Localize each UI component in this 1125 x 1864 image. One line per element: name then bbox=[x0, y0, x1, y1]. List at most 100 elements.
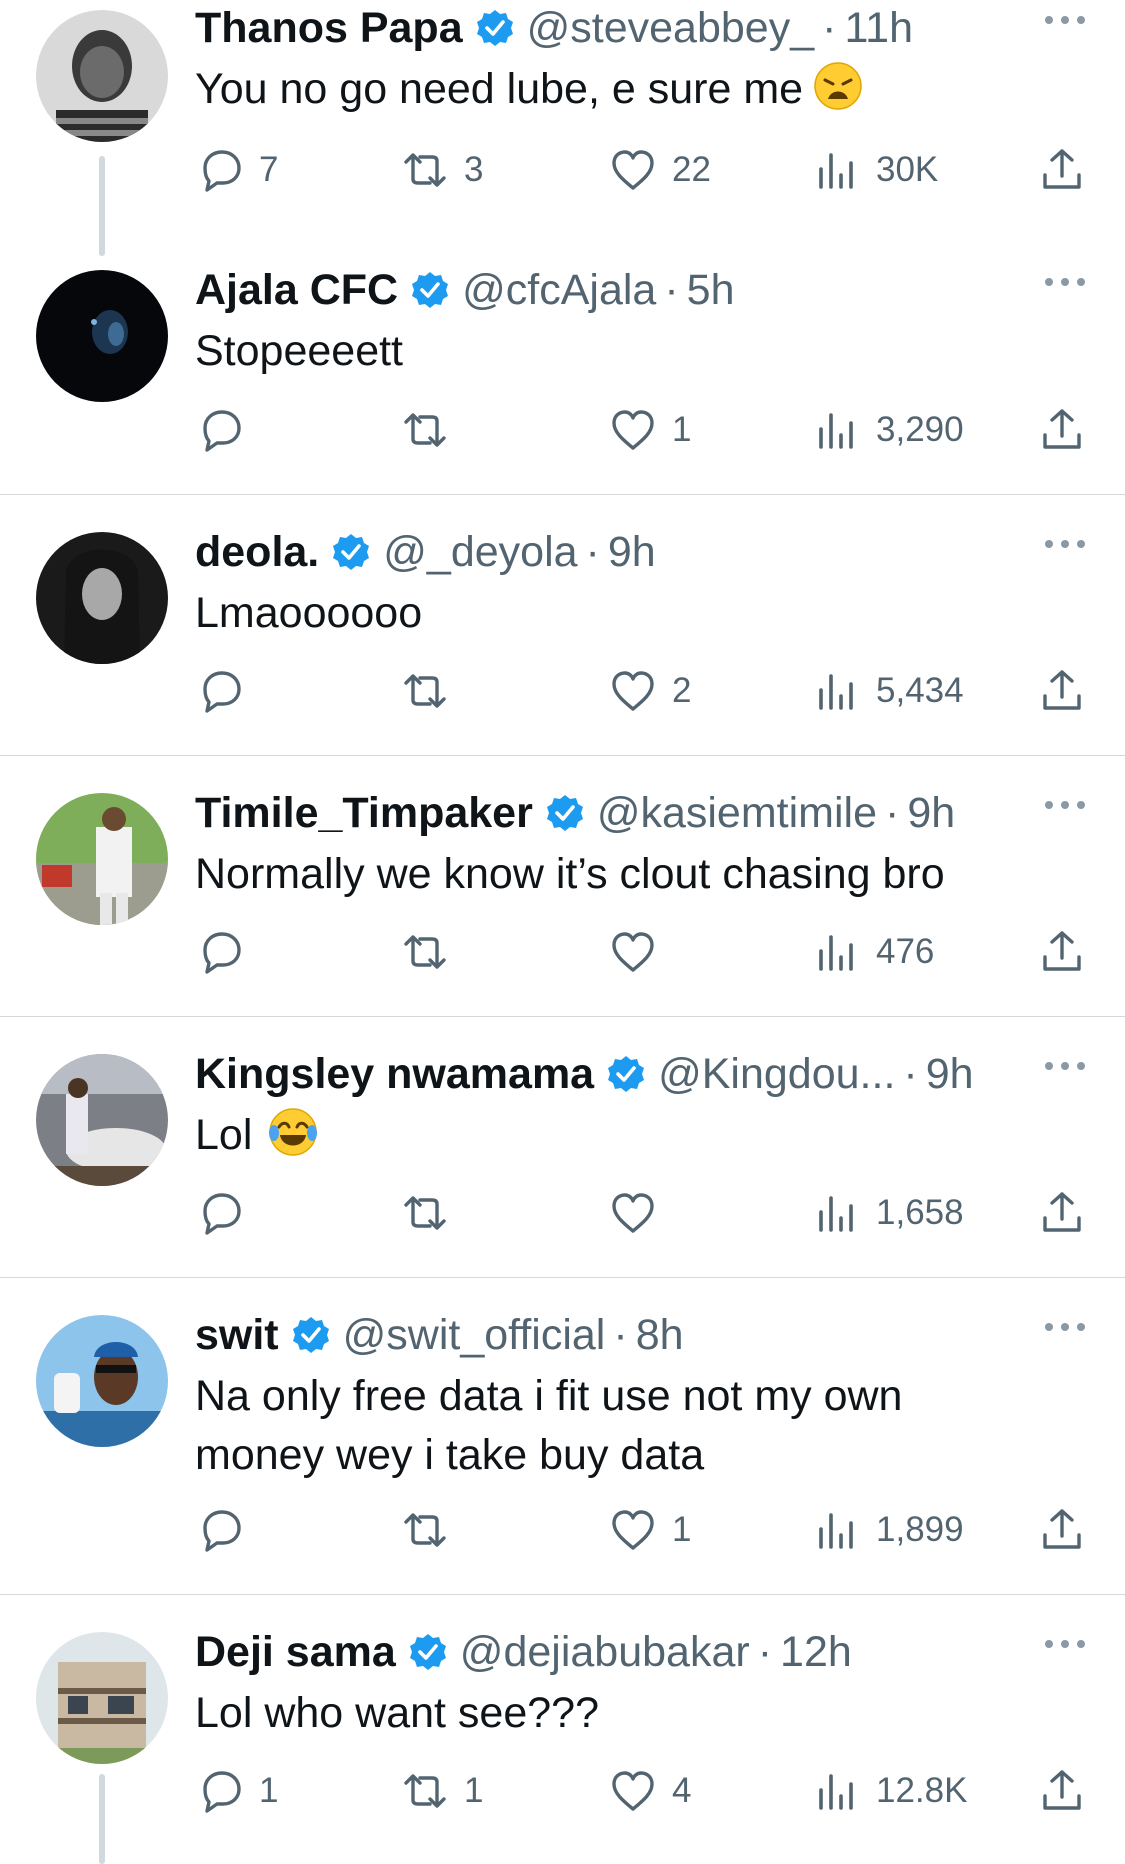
display-name[interactable]: Ajala CFC bbox=[195, 262, 398, 318]
reply-button[interactable]: 1 bbox=[195, 1761, 278, 1821]
avatar[interactable] bbox=[36, 532, 168, 664]
user-handle[interactable]: @steveabbey_ bbox=[527, 0, 815, 56]
divider bbox=[0, 1594, 1125, 1595]
user-handle[interactable]: @dejiabubakar bbox=[460, 1624, 750, 1680]
reply-button[interactable] bbox=[195, 661, 259, 721]
retweet-button[interactable]: 3 bbox=[400, 140, 483, 200]
share-button[interactable] bbox=[1037, 1500, 1087, 1560]
like-button[interactable]: 4 bbox=[608, 1761, 691, 1821]
views-chart-icon bbox=[819, 153, 853, 189]
separator-dot: · bbox=[903, 1050, 918, 1098]
avatar[interactable] bbox=[36, 1632, 168, 1764]
timestamp[interactable]: 9h bbox=[608, 524, 656, 580]
retweet-button[interactable]: 1 bbox=[400, 1761, 483, 1821]
tweet[interactable]: swit @swit_official · 8h Na only free da… bbox=[0, 1307, 1125, 1594]
more-options-icon[interactable] bbox=[1043, 1638, 1087, 1658]
retweet-button[interactable] bbox=[400, 661, 464, 721]
like-button[interactable] bbox=[608, 922, 672, 982]
views-button[interactable]: 5,434 bbox=[812, 661, 964, 721]
view-count: 1,899 bbox=[876, 1510, 964, 1549]
tweet-text-line: You no go need lube, e sure me bbox=[195, 65, 804, 113]
tweet[interactable]: Kingsley nwamama @Kingdou... · 9h Lol 1,… bbox=[0, 1046, 1125, 1277]
share-button[interactable] bbox=[1037, 1183, 1087, 1243]
share-button[interactable] bbox=[1037, 661, 1087, 721]
share-icon bbox=[1043, 1509, 1081, 1549]
retweet-button[interactable] bbox=[400, 1500, 464, 1560]
avatar[interactable] bbox=[36, 1315, 168, 1447]
display-name[interactable]: Thanos Papa bbox=[195, 0, 463, 56]
views-chart-icon bbox=[819, 413, 853, 449]
retweet-button[interactable] bbox=[400, 400, 464, 460]
more-options-icon[interactable] bbox=[1043, 14, 1087, 34]
display-name[interactable]: Kingsley nwamama bbox=[195, 1046, 594, 1102]
tweet[interactable]: Deji sama @dejiabubakar · 12h Lol who wa… bbox=[0, 1624, 1125, 1854]
like-button[interactable]: 1 bbox=[608, 400, 691, 460]
reply-button[interactable] bbox=[195, 1500, 259, 1560]
display-name[interactable]: deola. bbox=[195, 524, 319, 580]
retweet-button[interactable] bbox=[400, 922, 464, 982]
verified-badge-icon bbox=[545, 793, 585, 833]
display-name[interactable]: Deji sama bbox=[195, 1624, 396, 1680]
retweet-button[interactable] bbox=[400, 1183, 464, 1243]
more-options-icon[interactable] bbox=[1043, 1060, 1087, 1080]
user-handle[interactable]: @Kingdou... bbox=[658, 1046, 895, 1102]
like-count: 1 bbox=[672, 1510, 692, 1549]
views-chart-icon bbox=[819, 1774, 853, 1810]
like-button[interactable] bbox=[608, 1183, 672, 1243]
user-handle[interactable]: @cfcAjala bbox=[462, 262, 656, 318]
views-button[interactable]: 1,899 bbox=[812, 1500, 964, 1560]
like-button[interactable]: 1 bbox=[608, 1500, 691, 1560]
heart-icon bbox=[612, 1193, 654, 1233]
views-button[interactable]: 30K bbox=[812, 140, 938, 200]
views-chart-icon bbox=[819, 1513, 853, 1549]
display-name[interactable]: swit bbox=[195, 1307, 279, 1363]
share-button[interactable] bbox=[1037, 1761, 1087, 1821]
timestamp[interactable]: 12h bbox=[780, 1624, 852, 1680]
verified-badge-icon bbox=[606, 1054, 646, 1094]
more-options-icon[interactable] bbox=[1043, 276, 1087, 296]
share-button[interactable] bbox=[1037, 400, 1087, 460]
tweet[interactable]: Thanos Papa @steveabbey_ · 11h You no go… bbox=[0, 0, 1125, 250]
divider bbox=[0, 1016, 1125, 1017]
more-options-icon[interactable] bbox=[1043, 1321, 1087, 1341]
more-options-icon[interactable] bbox=[1043, 799, 1087, 819]
share-button[interactable] bbox=[1037, 140, 1087, 200]
view-count: 476 bbox=[876, 932, 935, 971]
reply-button[interactable] bbox=[195, 922, 259, 982]
reply-button[interactable] bbox=[195, 400, 259, 460]
more-options-icon[interactable] bbox=[1043, 538, 1087, 558]
like-button[interactable]: 22 bbox=[608, 140, 711, 200]
timestamp[interactable]: 5h bbox=[687, 262, 735, 318]
tweet[interactable]: deola. @_deyola · 9h Lmaoooooo 2 5,434 bbox=[0, 524, 1125, 755]
tweet[interactable]: Timile_Timpaker @kasiemtimile · 9h Norma… bbox=[0, 785, 1125, 1016]
tweet[interactable]: Ajala CFC @cfcAjala · 5h Stopeeeett 1 3,… bbox=[0, 262, 1125, 494]
tweet-text-line: Stopeeeett bbox=[195, 327, 404, 375]
separator-dot: · bbox=[613, 1311, 628, 1359]
heart-icon bbox=[612, 1510, 654, 1550]
timestamp[interactable]: 9h bbox=[907, 785, 955, 841]
user-handle[interactable]: @swit_official bbox=[343, 1307, 606, 1363]
reply-button[interactable] bbox=[195, 1183, 259, 1243]
display-name[interactable]: Timile_Timpaker bbox=[195, 785, 533, 841]
timestamp[interactable]: 8h bbox=[636, 1307, 684, 1363]
tweet-text-line: Na only free data i fit use not my own bbox=[195, 1372, 903, 1420]
timestamp[interactable]: 9h bbox=[926, 1046, 974, 1102]
avatar[interactable] bbox=[36, 270, 168, 402]
like-count: 1 bbox=[672, 410, 692, 449]
views-button[interactable]: 3,290 bbox=[812, 400, 964, 460]
views-button[interactable]: 12.8K bbox=[812, 1761, 967, 1821]
reply-button[interactable]: 7 bbox=[195, 140, 278, 200]
avatar[interactable] bbox=[36, 10, 168, 142]
avatar[interactable] bbox=[36, 793, 168, 925]
view-count: 5,434 bbox=[876, 671, 964, 710]
views-button[interactable]: 1,658 bbox=[812, 1183, 964, 1243]
share-button[interactable] bbox=[1037, 922, 1087, 982]
like-button[interactable]: 2 bbox=[608, 661, 691, 721]
views-chart-icon bbox=[819, 674, 853, 710]
like-count: 4 bbox=[672, 1771, 692, 1810]
views-button[interactable]: 476 bbox=[812, 922, 934, 982]
user-handle[interactable]: @_deyola bbox=[383, 524, 577, 580]
timestamp[interactable]: 11h bbox=[844, 0, 913, 56]
user-handle[interactable]: @kasiemtimile bbox=[597, 785, 877, 841]
avatar[interactable] bbox=[36, 1054, 168, 1186]
